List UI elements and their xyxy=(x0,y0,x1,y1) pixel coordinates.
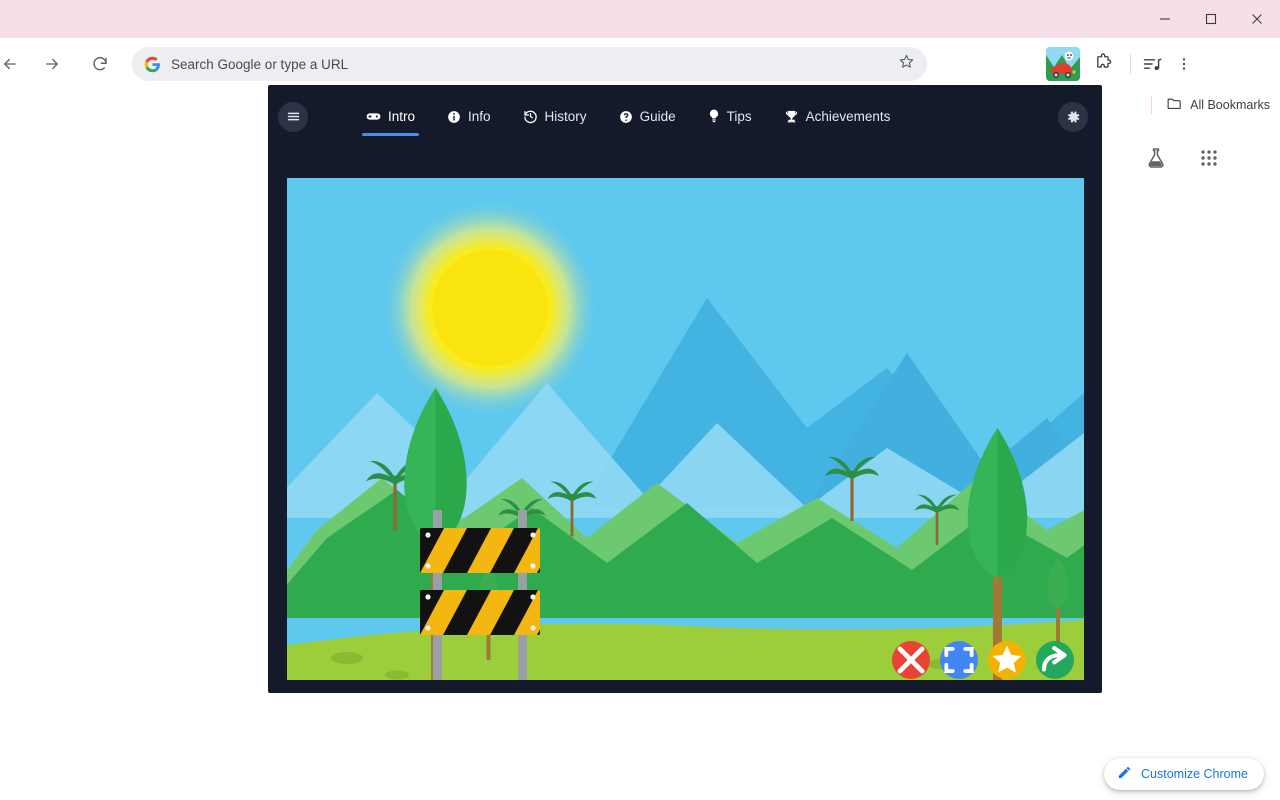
customize-chrome-button[interactable]: Customize Chrome xyxy=(1104,758,1264,790)
all-bookmarks-button[interactable]: All Bookmarks xyxy=(1166,95,1272,115)
tab-intro-label: Intro xyxy=(388,109,416,124)
share-action-button[interactable] xyxy=(1036,641,1074,679)
overlay-tabs: Intro Info History Guide Tips Achievemen… xyxy=(350,95,906,139)
overlay-navbar: Intro Info History Guide Tips Achievemen… xyxy=(268,85,1102,148)
window-maximize-button[interactable] xyxy=(1188,0,1234,38)
fullscreen-icon xyxy=(944,647,974,673)
info-circle-icon xyxy=(447,110,461,124)
forward-button[interactable] xyxy=(34,46,70,82)
bookmarks-divider xyxy=(1151,96,1153,114)
fullscreen-action-button[interactable] xyxy=(940,641,978,679)
ntp-icon-row xyxy=(1144,146,1220,175)
trophy-icon xyxy=(784,109,799,124)
tab-achievements-label: Achievements xyxy=(805,109,891,124)
toolbar-divider xyxy=(1130,54,1131,74)
bookmark-star-icon[interactable] xyxy=(898,53,915,75)
browser-toolbar: Search Google or type a URL xyxy=(0,38,1280,90)
google-apps-icon[interactable] xyxy=(1198,147,1220,174)
folder-icon xyxy=(1166,95,1183,115)
tab-achievements[interactable]: Achievements xyxy=(768,95,907,139)
reload-button[interactable] xyxy=(82,46,118,82)
back-button[interactable] xyxy=(0,46,28,82)
profile-extensions-group xyxy=(941,47,1126,81)
sun xyxy=(432,250,548,366)
tab-tips-label: Tips xyxy=(726,109,752,124)
close-action-button[interactable] xyxy=(892,641,930,679)
history-icon xyxy=(523,109,538,124)
tab-guide[interactable]: Guide xyxy=(603,95,692,139)
pencil-icon xyxy=(1117,765,1132,783)
star-icon xyxy=(992,645,1022,673)
gamepad-icon xyxy=(366,110,381,123)
extensions-icon[interactable] xyxy=(1094,52,1113,76)
google-logo-icon xyxy=(144,56,160,72)
tab-info[interactable]: Info xyxy=(431,95,507,139)
overlay-menu-button[interactable] xyxy=(278,101,308,132)
all-bookmarks-label: All Bookmarks xyxy=(1190,98,1270,112)
window-titlebar xyxy=(0,0,1280,38)
game-illustration xyxy=(287,178,1084,680)
favorite-action-button[interactable] xyxy=(988,641,1026,679)
chrome-labs-icon[interactable] xyxy=(1144,146,1168,175)
question-circle-icon xyxy=(619,110,633,124)
chrome-menu-button[interactable] xyxy=(1169,47,1199,81)
overlay-settings-button[interactable] xyxy=(1058,101,1088,132)
tab-info-label: Info xyxy=(468,109,491,124)
lightbulb-icon xyxy=(708,109,720,124)
share-arrow-icon xyxy=(1041,646,1067,672)
tab-tips[interactable]: Tips xyxy=(692,95,768,139)
omnibox-text[interactable]: Search Google or type a URL xyxy=(171,57,898,72)
hamburger-icon xyxy=(287,112,299,121)
customize-chrome-label: Customize Chrome xyxy=(1141,767,1248,781)
media-controls-icon[interactable] xyxy=(1135,47,1169,81)
action-button-row xyxy=(892,641,1074,679)
gear-icon xyxy=(1068,110,1080,123)
avatar[interactable] xyxy=(1046,47,1080,81)
tab-intro[interactable]: Intro xyxy=(350,95,431,139)
tab-history-label: History xyxy=(544,109,587,124)
tab-history[interactable]: History xyxy=(507,95,603,139)
window-minimize-button[interactable] xyxy=(1142,0,1188,38)
close-icon xyxy=(897,646,925,674)
window-close-button[interactable] xyxy=(1234,0,1280,38)
game-overlay-window: Intro Info History Guide Tips Achievemen… xyxy=(268,85,1102,693)
tab-guide-label: Guide xyxy=(639,109,676,124)
omnibox[interactable]: Search Google or type a URL xyxy=(132,47,927,81)
